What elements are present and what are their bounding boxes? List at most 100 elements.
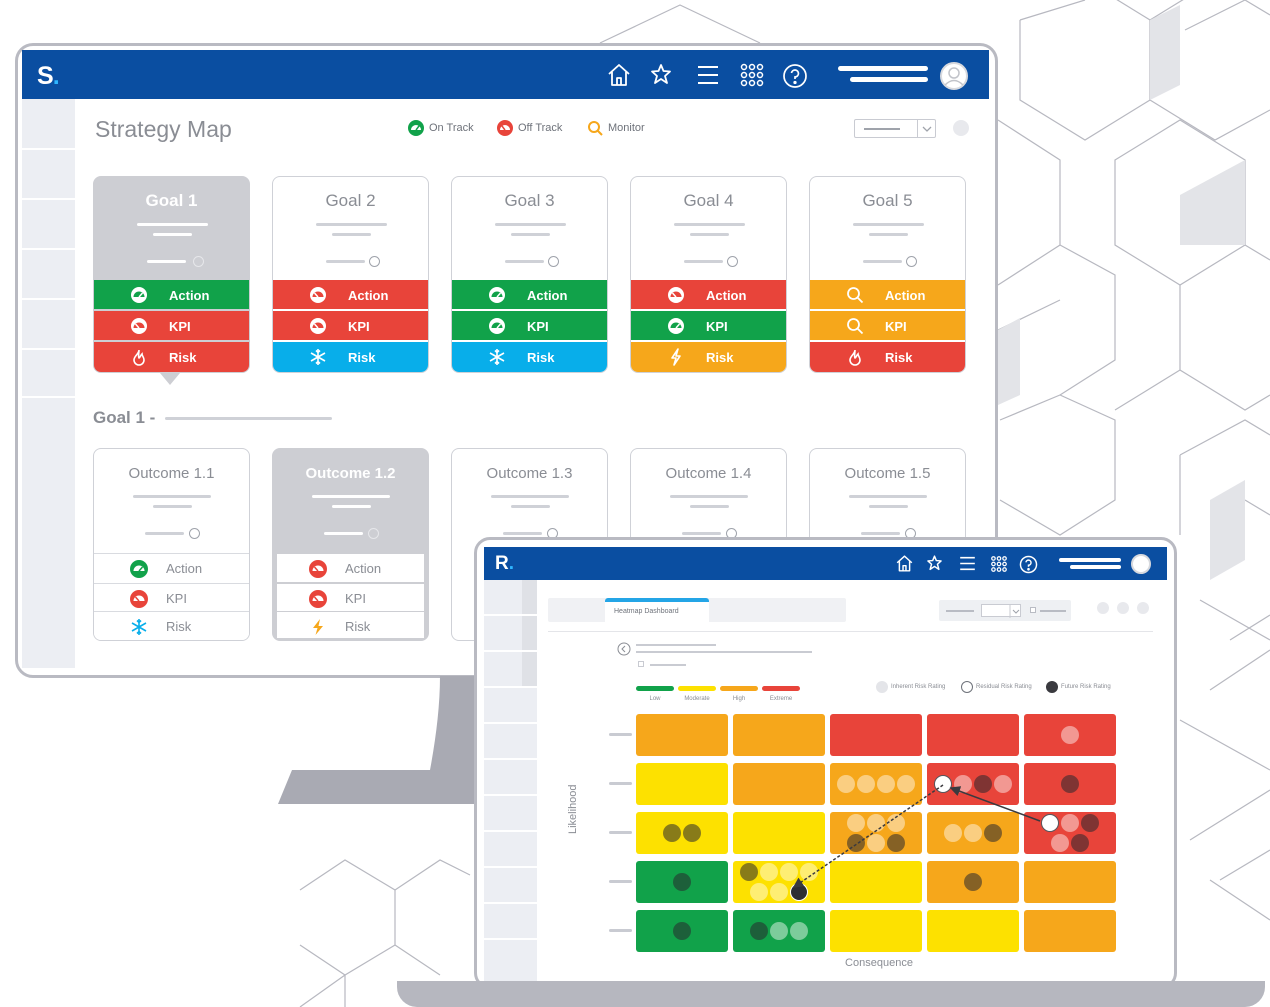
- inherent-risk-marker[interactable]: [877, 775, 895, 793]
- inherent-risk-marker[interactable]: [800, 863, 818, 881]
- goal-row-action[interactable]: Action: [452, 280, 607, 309]
- outcome-row-kpi[interactable]: KPI: [277, 583, 424, 612]
- heatmap-cell[interactable]: [830, 714, 922, 756]
- inherent-risk-marker[interactable]: [790, 922, 808, 940]
- heatmap-cell[interactable]: [636, 714, 728, 756]
- outcome-row-action[interactable]: Action: [94, 553, 249, 582]
- help-icon[interactable]: [782, 63, 808, 89]
- goal-row-risk[interactable]: Risk: [94, 342, 249, 372]
- goal-row-risk[interactable]: Risk: [273, 342, 428, 372]
- goal-row-action[interactable]: Action: [94, 280, 249, 309]
- heatmap-cell[interactable]: [733, 714, 825, 756]
- heatmap-cell[interactable]: [733, 763, 825, 805]
- future-risk-marker[interactable]: [984, 824, 1002, 842]
- goal-row-risk[interactable]: Risk: [631, 342, 786, 372]
- residual-risk-marker[interactable]: [1041, 814, 1059, 832]
- goal-row-kpi[interactable]: KPI: [273, 311, 428, 340]
- future-risk-marker[interactable]: [740, 863, 758, 881]
- goal-row-action[interactable]: Action: [631, 280, 786, 309]
- goal-row-action[interactable]: Action: [810, 280, 965, 309]
- future-risk-marker[interactable]: [673, 922, 691, 940]
- future-risk-marker[interactable]: [683, 824, 701, 842]
- heatmap-cell[interactable]: [830, 861, 922, 903]
- inherent-risk-marker[interactable]: [780, 863, 798, 881]
- inherent-risk-marker[interactable]: [887, 814, 905, 832]
- goal-card-2[interactable]: Goal 2 Action KPI Risk: [272, 176, 429, 373]
- future-risk-marker[interactable]: [1081, 814, 1099, 832]
- outcome-card-1-1[interactable]: Outcome 1.1 Action KPI Risk: [93, 448, 250, 641]
- heatmap-cell[interactable]: [733, 812, 825, 854]
- future-risk-marker[interactable]: [1071, 834, 1089, 852]
- goal-card-4[interactable]: Goal 4 Action KPI Risk: [630, 176, 787, 373]
- outcome-progress-line: [861, 532, 900, 535]
- heatmap-cell[interactable]: [927, 910, 1019, 952]
- app-logo[interactable]: S.: [37, 62, 60, 91]
- inherent-risk-marker[interactable]: [857, 775, 875, 793]
- goal-row-kpi[interactable]: KPI: [810, 311, 965, 340]
- chevron-right-icon[interactable]: [906, 256, 917, 267]
- heatmap-cell[interactable]: [636, 763, 728, 805]
- outcome-card-1-2[interactable]: Outcome 1.2 Action KPI Risk: [272, 448, 429, 641]
- future-risk-marker[interactable]: [847, 834, 865, 852]
- inherent-risk-marker[interactable]: [760, 863, 778, 881]
- goal-card-1[interactable]: Goal 1 Action KPI Risk: [93, 176, 250, 373]
- apps-grid-icon[interactable]: [739, 62, 765, 88]
- likelihood-tick: [609, 831, 632, 834]
- view-dropdown[interactable]: [854, 119, 936, 138]
- future-risk-marker[interactable]: [750, 922, 768, 940]
- inherent-risk-marker[interactable]: [964, 824, 982, 842]
- future-risk-marker[interactable]: [673, 873, 691, 891]
- goal-row-risk[interactable]: Risk: [810, 342, 965, 372]
- future-risk-marker[interactable]: [663, 824, 681, 842]
- chevron-right-icon[interactable]: [548, 256, 559, 267]
- future-risk-marker[interactable]: [964, 873, 982, 891]
- inherent-risk-marker[interactable]: [1051, 834, 1069, 852]
- heatmap-cell[interactable]: [927, 714, 1019, 756]
- inherent-risk-marker[interactable]: [1061, 726, 1079, 744]
- goal-row-kpi[interactable]: KPI: [452, 311, 607, 340]
- inherent-risk-marker[interactable]: [994, 775, 1012, 793]
- goal-card-3[interactable]: Goal 3 Action KPI Risk: [451, 176, 608, 373]
- outcome-row-risk[interactable]: Risk: [94, 611, 249, 640]
- goal-row-risk[interactable]: Risk: [452, 342, 607, 372]
- goal-row-action[interactable]: Action: [273, 280, 428, 309]
- inherent-risk-marker[interactable]: [847, 814, 865, 832]
- chevron-right-icon[interactable]: [193, 256, 204, 267]
- inherent-risk-marker[interactable]: [867, 834, 885, 852]
- heatmap-cell[interactable]: [1024, 910, 1116, 952]
- settings-dot[interactable]: [953, 120, 969, 136]
- inherent-risk-marker[interactable]: [1061, 814, 1079, 832]
- goal-card-5[interactable]: Goal 5 Action KPI Risk: [809, 176, 966, 373]
- chevron-right-icon[interactable]: [368, 528, 379, 539]
- inherent-risk-marker[interactable]: [837, 775, 855, 793]
- inherent-risk-marker[interactable]: [954, 775, 972, 793]
- outcome-row-kpi[interactable]: KPI: [94, 583, 249, 612]
- outcome-row-action[interactable]: Action: [277, 553, 424, 582]
- puzzle-icon[interactable]: [648, 62, 674, 88]
- goal-row-kpi[interactable]: KPI: [94, 311, 249, 340]
- future-risk-marker[interactable]: [887, 834, 905, 852]
- future-risk-marker[interactable]: [790, 883, 808, 901]
- inherent-risk-marker[interactable]: [750, 883, 768, 901]
- outcome-description-line: [511, 505, 550, 508]
- inherent-risk-marker[interactable]: [770, 922, 788, 940]
- home-icon[interactable]: [606, 62, 632, 88]
- inherent-risk-marker[interactable]: [944, 824, 962, 842]
- goal-row-kpi[interactable]: KPI: [631, 311, 786, 340]
- outcome-row-risk[interactable]: Risk: [277, 611, 424, 638]
- chevron-right-icon[interactable]: [369, 256, 380, 267]
- inherent-risk-marker[interactable]: [867, 814, 885, 832]
- residual-risk-marker[interactable]: [934, 775, 952, 793]
- heatmap-cell[interactable]: [636, 812, 728, 854]
- avatar[interactable]: [940, 62, 968, 90]
- inherent-risk-marker[interactable]: [770, 883, 788, 901]
- heatmap-cell[interactable]: [830, 910, 922, 952]
- future-risk-marker[interactable]: [974, 775, 992, 793]
- chevron-right-icon[interactable]: [727, 256, 738, 267]
- menu-icon[interactable]: [695, 62, 721, 88]
- future-risk-marker[interactable]: [1061, 775, 1079, 793]
- heatmap-cell[interactable]: [1024, 861, 1116, 903]
- inherent-risk-marker[interactable]: [897, 775, 915, 793]
- outcome-description-line: [491, 495, 569, 498]
- chevron-right-icon[interactable]: [189, 528, 200, 539]
